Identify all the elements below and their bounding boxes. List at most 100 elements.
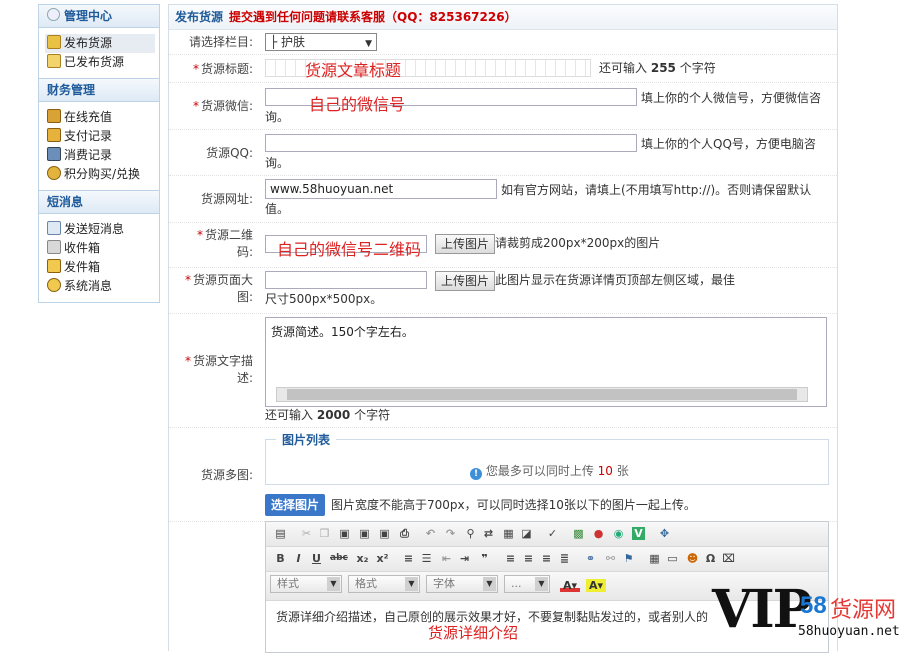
font-size-combo[interactable]: ... ▼ (504, 575, 550, 593)
category-select[interactable]: ├ 护肤 ▼ (265, 33, 377, 51)
align-center-icon[interactable]: ≡ (522, 552, 535, 565)
unlink-icon[interactable]: ⚯ (604, 552, 617, 565)
coin-icon (47, 109, 61, 123)
sidebar-item-label: 支付记录 (64, 129, 113, 143)
bold-icon[interactable]: B (274, 552, 287, 565)
sidebar-item-published[interactable]: 已发布货源 (45, 53, 159, 72)
image-icon[interactable]: ▩ (572, 527, 585, 540)
underline-icon[interactable]: U (310, 552, 323, 565)
print-icon[interactable]: ⎙ (398, 527, 411, 540)
page-break-icon[interactable]: ⌧ (722, 552, 735, 565)
subscript-icon[interactable]: x₂ (356, 552, 369, 565)
sidebar-item-label: 在线充值 (64, 110, 113, 124)
font-combo[interactable]: 字体 ▼ (426, 575, 498, 593)
sidebar-section-header-messages: 短消息 (39, 191, 159, 214)
sidebar-item-points[interactable]: 积分购买/兑换 (45, 165, 159, 184)
description-text: 货源简述。150个字左右。 (271, 325, 414, 339)
select-images-button[interactable]: 选择图片 (265, 494, 326, 516)
support-notice: 提交遇到任何问题请联系客服（QQ：825367226） (229, 10, 517, 24)
required-mark: * (192, 62, 199, 76)
special-char-icon[interactable]: Ω (704, 552, 717, 565)
replace-icon[interactable]: ⇄ (482, 527, 495, 540)
undo-icon[interactable]: ↶ (424, 527, 437, 540)
select-images-hint: 图片宽度不能高于700px，可以同时选择10张以下的图片一起上传。 (331, 498, 696, 512)
anchor-icon[interactable]: ⚑ (622, 552, 635, 565)
edit-icon (47, 35, 61, 49)
numbered-list-icon[interactable]: ≡ (402, 552, 415, 565)
indent-icon[interactable]: ⇥ (458, 552, 471, 565)
text-color-icon[interactable]: A▾ (560, 579, 580, 592)
table-icon[interactable]: ▦ (648, 552, 661, 565)
blockquote-icon[interactable]: ❞ (478, 552, 491, 565)
sidebar-item-inbox[interactable]: 收件箱 (45, 239, 159, 258)
italic-icon[interactable]: I (292, 552, 305, 565)
source-icon[interactable]: ▤ (274, 527, 287, 540)
wechat-label-text: 货源微信: (200, 99, 253, 113)
scrollbar-thumb[interactable] (287, 389, 797, 400)
required-mark: * (184, 273, 191, 287)
info-suffix: 张 (616, 464, 629, 478)
sidebar-item-recharge[interactable]: 在线充值 (45, 108, 159, 127)
horizontal-scrollbar[interactable] (276, 387, 808, 402)
description-textarea[interactable]: 货源简述。150个字左右。 (265, 317, 827, 407)
sidebar-item-outbox[interactable]: 发件箱 (45, 258, 159, 277)
paste-word-icon[interactable]: ▣ (378, 527, 391, 540)
paste-text-icon[interactable]: ▣ (358, 527, 371, 540)
category-select-value: ├ 护肤 (270, 35, 306, 49)
description-label-line1: 货源文字描 (192, 354, 253, 368)
maximize-icon[interactable]: ✥ (658, 527, 671, 540)
info-prefix: 您最多可以同时上传 (485, 464, 594, 478)
document-icon (47, 54, 61, 68)
sidebar-item-system-messages[interactable]: 系统消息 (45, 277, 159, 296)
row-qq: 货源QQ: 填上你的个人QQ号，方便电脑咨询。 (169, 129, 837, 176)
sidebar-item-label: 系统消息 (64, 279, 113, 293)
outdent-icon[interactable]: ⇤ (440, 552, 453, 565)
sidebar-section-header-admin: 管理中心 (39, 5, 159, 28)
strikethrough-icon[interactable]: abc (330, 552, 348, 565)
sidebar-item-payment-records[interactable]: 支付记录 (45, 127, 159, 146)
copy-icon[interactable]: ❐ (318, 527, 331, 540)
user-icon (47, 8, 60, 21)
required-mark: * (196, 228, 203, 242)
font-size-combo-label: ... (511, 577, 522, 590)
spellcheck-icon[interactable]: ✓ (546, 527, 559, 540)
superscript-icon[interactable]: x² (376, 552, 389, 565)
sidebar: 管理中心 发布货源 已发布货源 财务管理 在线充值 支付记录 消费记录 积分购买… (38, 4, 160, 303)
paste-icon[interactable]: ▣ (338, 527, 351, 540)
qq-label: 货源QQ: (206, 146, 253, 160)
redo-icon[interactable]: ↷ (444, 527, 457, 540)
sidebar-item-publish[interactable]: 发布货源 (45, 34, 155, 53)
media-icon[interactable]: ◉ (612, 527, 625, 540)
find-icon[interactable]: ⚲ (464, 527, 477, 540)
title-label-text: 货源标题: (200, 62, 253, 76)
images-label: 货源多图: (200, 468, 253, 482)
hint-suffix: 个字符 (679, 61, 716, 75)
hint-prefix: 还可输入 (599, 61, 648, 75)
style-combo[interactable]: 样式 ▼ (270, 575, 342, 593)
sidebar-section-title: 财务管理 (47, 83, 96, 97)
required-mark: * (192, 99, 199, 113)
align-right-icon[interactable]: ≡ (540, 552, 553, 565)
sidebar-section-header-finance: 财务管理 (39, 79, 159, 102)
title-input-overlay: 货源文章标题 (305, 61, 402, 80)
smiley-icon[interactable]: ☻ (686, 552, 699, 565)
eraser-icon[interactable]: ◪ (520, 527, 533, 540)
hint-prefix: 还可输入 (265, 408, 314, 422)
qrcode-upload-button[interactable]: 上传图片 (435, 234, 496, 254)
video-icon[interactable]: V (632, 527, 645, 540)
format-combo[interactable]: 格式 ▼ (348, 575, 420, 593)
flash-icon[interactable]: ● (592, 527, 605, 540)
mail-send-icon (47, 221, 61, 235)
align-justify-icon[interactable]: ≣ (558, 552, 571, 565)
bullet-list-icon[interactable]: ☰ (420, 552, 433, 565)
sidebar-item-consumption-records[interactable]: 消费记录 (45, 146, 159, 165)
cut-icon[interactable]: ✂ (300, 527, 313, 540)
background-color-icon[interactable]: A▾ (586, 579, 606, 592)
link-icon[interactable]: ⚭ (584, 552, 597, 565)
select-all-icon[interactable]: ▦ (502, 527, 515, 540)
horizontal-line-icon[interactable]: ▭ (666, 552, 679, 565)
sidebar-item-send-message[interactable]: 发送短消息 (45, 220, 159, 239)
coins-icon (47, 166, 61, 180)
info-icon: ! (470, 468, 482, 480)
align-left-icon[interactable]: ≡ (504, 552, 517, 565)
